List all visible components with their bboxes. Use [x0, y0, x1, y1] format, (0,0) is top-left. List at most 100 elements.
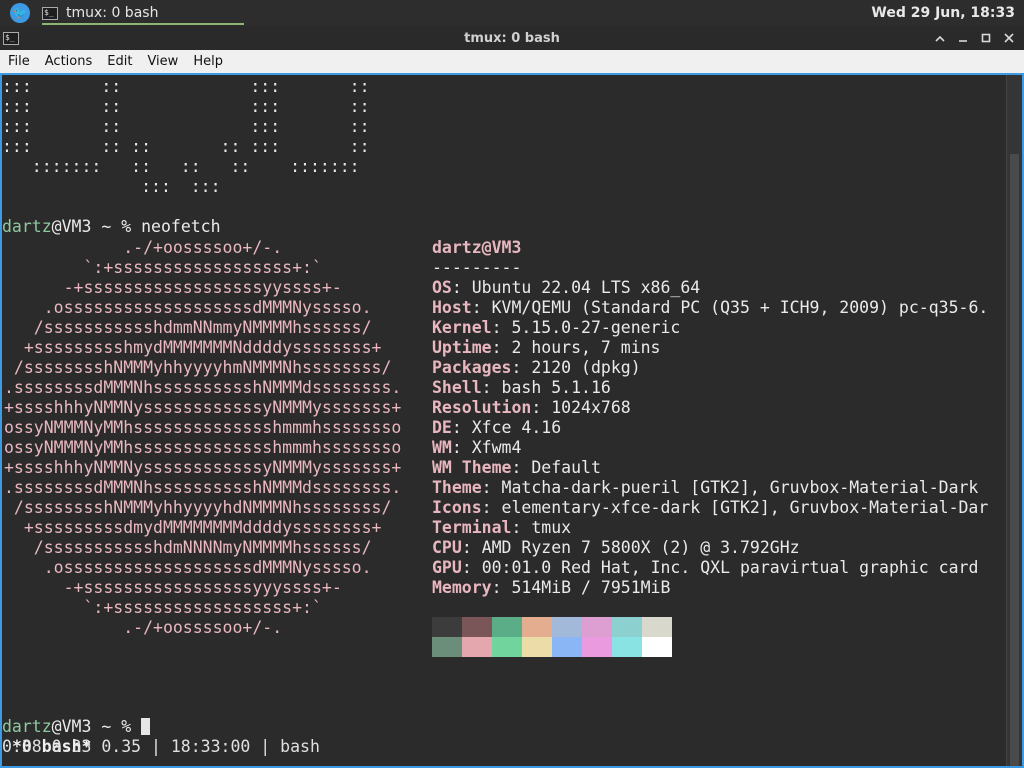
logo-line: /sssssssshNMMMyhhyyyyhdNMMMNhssssssss/: [4, 498, 392, 517]
info-value: bash 5.1.16: [501, 378, 611, 397]
logo-line: /sssssssshNMMMyhhyyyyhmNMMMNhssssssss/: [4, 358, 392, 377]
window-controls: [928, 26, 1020, 50]
info-label: DE: [432, 418, 452, 437]
info-row-kernel: Kernel: 5.15.0-27-generic: [432, 318, 681, 337]
minimize-icon[interactable]: [951, 26, 974, 50]
palette-swatch: [492, 617, 522, 637]
info-label: GPU: [432, 558, 462, 577]
banner-line: ::: :: ::: ::: [2, 97, 370, 116]
tmux-status-info: 0.38 0.33 0.35 | 18:33:00 | bash: [2, 737, 320, 756]
info-value: Ubuntu 22.04 LTS x86_64: [471, 278, 701, 297]
info-label: Packages: [432, 358, 512, 377]
info-label: WM: [432, 438, 452, 457]
terminal-icon: $_: [42, 6, 58, 20]
menu-edit[interactable]: Edit: [99, 54, 139, 69]
info-value: 2 hours, 7 mins: [511, 338, 661, 357]
prompt-host: @VM3 ~ %: [51, 717, 142, 736]
info-header: dartz@VM3: [432, 238, 522, 257]
info-value: 5.15.0-27-generic: [511, 318, 681, 337]
info-value: tmux: [531, 518, 572, 537]
logo-line: .ssssssssdMMMNhsssssssssshNMMMdssssssss.: [4, 378, 402, 397]
info-separator: ---------: [432, 258, 522, 277]
info-label: Host: [432, 298, 472, 317]
logo-line: `:+ssssssssssssssssss+:`: [4, 598, 322, 617]
info-value: Matcha-dark-pueril [GTK2], Gruvbox-Mater…: [501, 478, 979, 497]
info-label: Shell: [432, 378, 482, 397]
info-row-gpu: GPU: 00:01.0 Red Hat, Inc. QXL paravirtu…: [432, 558, 979, 577]
logo-line: /ssssssssssshdmmNNmmyNMMMMhssssss/: [4, 318, 372, 337]
info-value: 2120 (dpkg): [531, 358, 641, 377]
logo-line: -+ssssssssssssssssssyyssss+-: [4, 278, 342, 297]
menu-actions[interactable]: Actions: [37, 54, 100, 69]
current-prompt-line[interactable]: dartz@VM3 ~ %: [2, 717, 151, 737]
palette-swatch: [612, 637, 642, 657]
info-label: CPU: [432, 538, 462, 557]
palette-swatch: [612, 617, 642, 637]
info-label: Kernel: [432, 318, 492, 337]
info-value: Default: [531, 458, 601, 477]
window-titlebar[interactable]: $_ tmux: 0 bash: [0, 26, 1024, 50]
menu-file[interactable]: File: [0, 54, 37, 69]
info-value: Xfce 4.16: [471, 418, 562, 437]
info-value: 1024x768: [551, 398, 631, 417]
logo-line: +sssshhhyNMMNyssssssssssssyNMMMysssssss+: [4, 458, 402, 477]
palette-swatch: [582, 617, 612, 637]
info-row-wm: WM: Xfwm4: [432, 438, 522, 457]
logo-line: ossyNMMMNyMMhsssssssssssssshmmmhssssssso: [4, 438, 402, 457]
clock[interactable]: Wed 29 Jun, 18:33: [871, 5, 1015, 21]
palette-swatch: [522, 617, 552, 637]
palette-swatch: [492, 637, 522, 657]
menu-view[interactable]: View: [139, 54, 185, 69]
terminal-output[interactable]: ::: :: ::: :: ::: :: ::: :: ::: :: ::: :…: [2, 75, 1006, 768]
info-label: Memory: [432, 578, 492, 597]
logo-line: .-/+oossssoo+/-.: [4, 238, 283, 257]
prompt-host: @VM3 ~ %: [51, 217, 142, 236]
terminal-scrollbar[interactable]: [1006, 75, 1022, 766]
info-value: elementary-xfce-dark [GTK2], Gruvbox-Mat…: [501, 498, 989, 517]
terminal-window[interactable]: ::: :: ::: :: ::: :: ::: :: ::: :: ::: :…: [0, 73, 1024, 768]
menu-help[interactable]: Help: [185, 54, 230, 69]
info-row-icons: Icons: elementary-xfce-dark [GTK2], Gruv…: [432, 498, 989, 517]
palette-swatch: [642, 637, 672, 657]
top-panel: 🐦 $_ tmux: 0 bash Wed 29 Jun, 18:33: [0, 0, 1024, 26]
command-text: neofetch: [141, 217, 221, 236]
palette-swatch: [642, 617, 672, 637]
palette-swatch: [522, 637, 552, 657]
info-row-uptime: Uptime: 2 hours, 7 mins: [432, 338, 661, 357]
info-label: Icons: [432, 498, 482, 517]
info-row-terminal: Terminal: tmux: [432, 518, 572, 537]
logo-line: .osssssssssssssssssssdMMMNysssso.: [4, 298, 372, 317]
logo-line: +sssssssssdmydMMMMMMMMddddyssssssss+: [4, 518, 382, 537]
scrollbar-thumb[interactable]: [1010, 154, 1019, 766]
info-label: Resolution: [432, 398, 532, 417]
logo-line: +sssshhhyNMMNyssssssssssssyNMMMysssssss+: [4, 398, 402, 417]
logo-line: .ssssssssdMMMNhsssssssssshNMMMdssssssss.: [4, 478, 402, 497]
command-prompt-line: dartz@VM3 ~ % neofetch: [2, 217, 221, 237]
info-value: AMD Ryzen 7 5800X (2) @ 3.792GHz: [481, 538, 800, 557]
palette-swatch: [432, 617, 462, 637]
info-value: 514MiB / 7951MiB: [511, 578, 671, 597]
logo-line: ossyNMMMNyMMhsssssssssssssshmmmhssssssso: [4, 418, 402, 437]
info-label: Theme: [432, 478, 482, 497]
info-value: 00:01.0 Red Hat, Inc. QXL paravirtual gr…: [481, 558, 979, 577]
shade-icon[interactable]: [928, 26, 951, 50]
info-row-memory: Memory: 514MiB / 7951MiB: [432, 578, 671, 597]
banner-line: ::: :: :: :: ::: ::: [2, 137, 370, 156]
maximize-icon[interactable]: [974, 26, 997, 50]
info-label: OS: [432, 278, 452, 297]
taskbar-button-tmux[interactable]: $_ tmux: 0 bash: [42, 0, 244, 26]
info-label: Uptime: [432, 338, 492, 357]
palette-swatch: [432, 637, 462, 657]
whisker-menu-icon[interactable]: 🐦: [10, 3, 30, 23]
taskbar-button-label: tmux: 0 bash: [66, 5, 159, 21]
color-palette: [432, 617, 672, 657]
palette-swatch: [552, 617, 582, 637]
info-value: KVM/QEMU (Standard PC (Q35 + ICH9, 2009)…: [491, 298, 989, 317]
prompt-user: dartz: [2, 217, 52, 236]
banner-line: ::: :: ::: ::: [2, 77, 370, 96]
palette-swatch: [462, 617, 492, 637]
close-icon[interactable]: [997, 26, 1020, 50]
window-title: tmux: 0 bash: [464, 30, 560, 46]
palette-swatch: [552, 637, 582, 657]
text-cursor: [141, 718, 151, 735]
